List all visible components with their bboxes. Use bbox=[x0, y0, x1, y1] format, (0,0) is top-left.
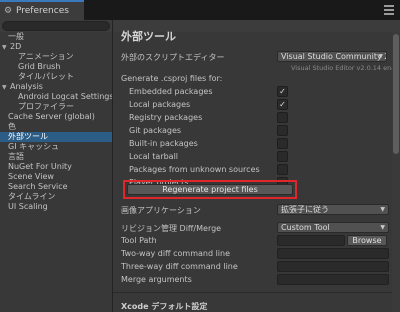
regenerate-project-files-button[interactable]: Regenerate project files bbox=[127, 184, 293, 195]
sidebar-item-tile-palette[interactable]: タイルパレット bbox=[0, 72, 112, 82]
option-builtin-label: Built-in packages bbox=[129, 139, 198, 148]
chevron-down-icon: ▼ bbox=[380, 206, 385, 213]
revision-control-label: リビジョン管理 Diff/Merge bbox=[121, 224, 222, 233]
xcode-section-heading: Xcode デフォルト設定 bbox=[121, 302, 208, 311]
revision-control-dropdown[interactable]: Custom Tool ▼ bbox=[277, 222, 389, 233]
unknown-sources-checkbox[interactable] bbox=[277, 164, 288, 175]
regenerate-highlight-box: Regenerate project files bbox=[123, 180, 297, 199]
title-bar: ⚙ Preferences bbox=[0, 0, 400, 20]
sidebar-item-gi-cache[interactable]: GI キャッシュ bbox=[0, 142, 112, 152]
script-editor-dropdown[interactable]: Visual Studio Community 2 ▼ bbox=[277, 51, 387, 62]
image-app-label: 画像アプリケーション bbox=[121, 206, 201, 215]
gear-icon: ⚙ bbox=[4, 5, 13, 16]
sidebar-item-nuget[interactable]: NuGet For Unity bbox=[0, 162, 112, 172]
page-title: 外部ツール bbox=[121, 30, 176, 43]
option-tarball-label: Local tarball bbox=[129, 152, 179, 161]
sidebar: 一般 ▼ 2D アニメーション Grid Brush タイルパレット ▼ Analy… bbox=[0, 32, 114, 312]
embedded-packages-checkbox[interactable]: ✓ bbox=[277, 86, 288, 97]
sidebar-item-profiler[interactable]: プロファイラー bbox=[0, 102, 112, 112]
external-tools-panel: 外部ツール 外部のスクリプトエディター Visual Studio Commun… bbox=[113, 20, 400, 312]
script-editor-label: 外部のスクリプトエディター bbox=[121, 53, 225, 62]
sidebar-item-cache-server[interactable]: Cache Server (global) bbox=[0, 112, 112, 122]
browse-button[interactable]: Browse bbox=[347, 235, 387, 246]
sidebar-item-timeline[interactable]: タイムライン bbox=[0, 192, 112, 202]
option-registry-label: Registry packages bbox=[129, 113, 203, 122]
tool-path-field[interactable] bbox=[277, 235, 345, 246]
kebab-menu-icon[interactable] bbox=[384, 5, 394, 15]
sidebar-item-languages[interactable]: 言語 bbox=[0, 152, 112, 162]
sidebar-item-search-service[interactable]: Search Service bbox=[0, 182, 112, 192]
chevron-down-icon: ▼ bbox=[380, 224, 385, 231]
search-input[interactable] bbox=[2, 21, 110, 31]
generate-heading: Generate .csproj files for: bbox=[121, 74, 223, 83]
two-way-diff-field[interactable] bbox=[277, 248, 389, 259]
option-git-label: Git packages bbox=[129, 126, 182, 135]
local-tarball-checkbox[interactable] bbox=[277, 151, 288, 162]
merge-arguments-label: Merge arguments bbox=[121, 275, 192, 284]
merge-arguments-field[interactable] bbox=[277, 274, 389, 285]
chevron-down-icon: ▼ bbox=[378, 53, 383, 60]
two-way-diff-label: Two-way diff command line bbox=[121, 249, 231, 258]
option-local-label: Local packages bbox=[129, 100, 191, 109]
sidebar-item-general[interactable]: 一般 bbox=[0, 32, 112, 42]
sidebar-item-android-logcat[interactable]: Android Logcat Settings bbox=[0, 92, 114, 102]
sidebar-item-scene-view[interactable]: Scene View bbox=[0, 172, 112, 182]
vertical-scrollbar[interactable] bbox=[392, 32, 400, 312]
editor-version-text: Visual Studio Editor v2.0.14 enabled bbox=[291, 64, 400, 72]
builtin-packages-checkbox[interactable] bbox=[277, 138, 288, 149]
sidebar-item-ui-scaling[interactable]: UI Scaling bbox=[0, 202, 112, 212]
registry-packages-checkbox[interactable] bbox=[277, 112, 288, 123]
preferences-tab[interactable]: ⚙ Preferences bbox=[0, 0, 84, 20]
sidebar-item-animation[interactable]: アニメーション bbox=[0, 52, 112, 62]
option-embedded-label: Embedded packages bbox=[129, 87, 213, 96]
sidebar-item-2d[interactable]: ▼ 2D bbox=[0, 42, 112, 52]
section-divider bbox=[113, 292, 400, 293]
sidebar-item-colors[interactable]: 色 bbox=[0, 122, 112, 132]
three-way-diff-label: Three-way diff command line bbox=[121, 262, 238, 271]
sidebar-item-grid-brush[interactable]: Grid Brush bbox=[0, 62, 112, 72]
sidebar-item-analysis[interactable]: ▼ Analysis bbox=[0, 82, 112, 92]
tab-title: Preferences bbox=[16, 6, 69, 16]
three-way-diff-field[interactable] bbox=[277, 261, 389, 272]
git-packages-checkbox[interactable] bbox=[277, 125, 288, 136]
sidebar-item-external-tools[interactable]: 外部ツール bbox=[0, 132, 112, 142]
option-unknown-label: Packages from unknown sources bbox=[129, 165, 260, 174]
scrollbar-thumb[interactable] bbox=[393, 34, 399, 154]
local-packages-checkbox[interactable]: ✓ bbox=[277, 99, 288, 110]
image-app-dropdown[interactable]: 拡張子に従う ▼ bbox=[277, 204, 389, 215]
tool-path-label: Tool Path bbox=[121, 236, 157, 245]
